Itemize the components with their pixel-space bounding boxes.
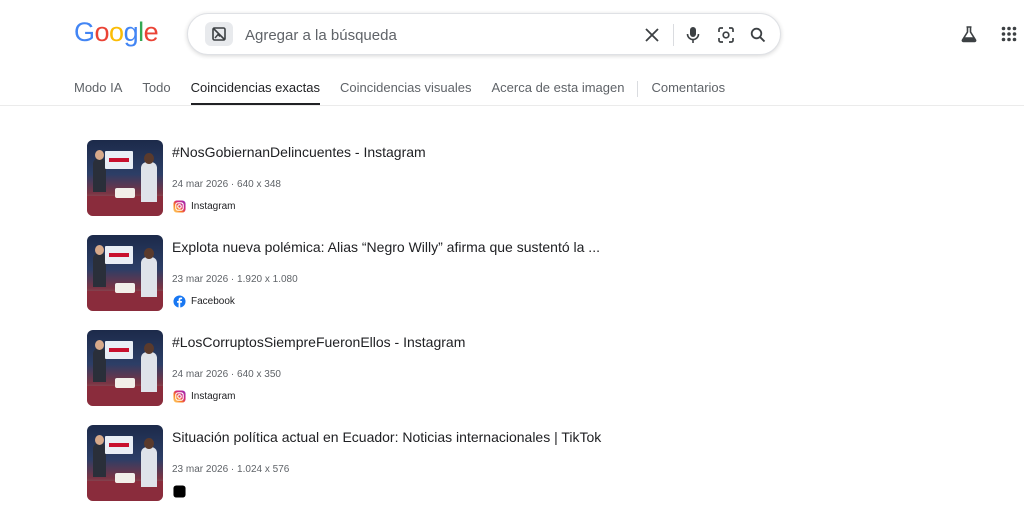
tabs-divider-line [0, 105, 1024, 106]
search-box [187, 13, 781, 55]
result-date: 23 mar 2026 [172, 464, 229, 475]
result-meta: 24 mar 2026 · 640 x 350 [172, 369, 281, 380]
close-icon[interactable] [641, 24, 663, 46]
instagram-icon [172, 199, 186, 213]
search-tabs: Modo IA Todo Coincidencias exactas Coinc… [74, 74, 745, 106]
result-meta: 23 mar 2026 · 1.024 x 576 [172, 464, 289, 475]
tab-todo[interactable]: Todo [142, 74, 170, 106]
result-thumbnail[interactable] [87, 425, 163, 501]
source-name: Facebook [191, 295, 235, 307]
result-meta: 24 mar 2026 · 640 x 348 [172, 179, 281, 190]
tab-comentarios[interactable]: Comentarios [651, 74, 725, 106]
result-thumbnail[interactable] [87, 140, 163, 216]
result-item: #LosCorruptosSiempreFueronEllos - Instag… [87, 330, 687, 425]
instagram-icon [172, 389, 186, 403]
flask-icon[interactable] [958, 23, 980, 45]
google-logo[interactable]: Google [74, 17, 159, 48]
logo-letter: e [143, 17, 159, 47]
result-source[interactable]: Facebook [172, 294, 235, 308]
result-title[interactable]: #LosCorruptosSiempreFueronEllos - Instag… [172, 334, 465, 350]
tab-acerca-de-esta-imagen[interactable]: Acerca de esta imagen [492, 74, 625, 106]
tab-modo-ia[interactable]: Modo IA [74, 74, 122, 106]
search-input[interactable] [243, 22, 627, 48]
result-source[interactable] [172, 484, 191, 498]
lens-icon[interactable] [715, 24, 737, 46]
result-item: Explota nueva polémica: Alias “Negro Wil… [87, 235, 687, 330]
microphone-icon[interactable] [682, 24, 704, 46]
result-title[interactable]: Explota nueva polémica: Alias “Negro Wil… [172, 239, 600, 255]
results-list: #NosGobiernanDelincuentes - Instagram 24… [87, 140, 687, 520]
result-title[interactable]: Situación política actual en Ecuador: No… [172, 429, 601, 445]
result-date: 24 mar 2026 [172, 179, 229, 190]
tab-coincidencias-exactas[interactable]: Coincidencias exactas [190, 74, 320, 106]
result-meta: 23 mar 2026 · 1.920 x 1.080 [172, 274, 298, 285]
meta-separator: · [228, 179, 238, 190]
result-item: #NosGobiernanDelincuentes - Instagram 24… [87, 140, 687, 235]
facebook-icon [172, 294, 186, 308]
tiktok-icon [172, 484, 186, 498]
result-size: 640 x 350 [237, 369, 281, 380]
logo-letter: o [94, 17, 110, 47]
search-divider [673, 24, 674, 46]
tab-divider [637, 81, 639, 97]
result-thumbnail[interactable] [87, 330, 163, 406]
image-off-icon[interactable] [205, 22, 233, 46]
result-date: 24 mar 2026 [172, 369, 229, 380]
result-date: 23 mar 2026 [172, 274, 229, 285]
tab-coincidencias-visuales[interactable]: Coincidencias visuales [340, 74, 472, 106]
source-name: Instagram [191, 390, 236, 402]
source-name: Instagram [191, 200, 236, 212]
result-size: 640 x 348 [237, 179, 281, 190]
meta-separator: · [228, 274, 238, 285]
logo-letter: g [123, 17, 139, 47]
search-icon[interactable] [747, 24, 769, 46]
meta-separator: · [228, 464, 238, 475]
apps-grid-icon[interactable] [998, 23, 1020, 45]
result-title[interactable]: #NosGobiernanDelincuentes - Instagram [172, 144, 426, 160]
result-item: Situación política actual en Ecuador: No… [87, 425, 687, 520]
logo-letter: G [74, 17, 95, 47]
result-size: 1.920 x 1.080 [237, 274, 298, 285]
logo-letter: o [109, 17, 124, 47]
result-source[interactable]: Instagram [172, 389, 235, 403]
meta-separator: · [228, 369, 238, 380]
result-size: 1.024 x 576 [237, 464, 290, 475]
result-thumbnail[interactable] [87, 235, 163, 311]
result-source[interactable]: Instagram [172, 199, 235, 213]
